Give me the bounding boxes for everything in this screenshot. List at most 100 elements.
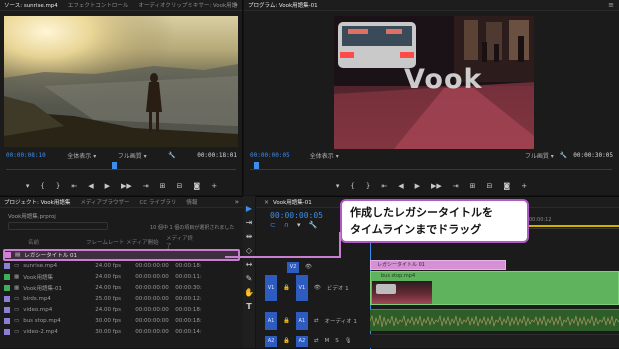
panel-menu-icon[interactable]: » (235, 198, 239, 206)
lock-icon[interactable]: 🔒 (283, 285, 290, 291)
step-forward-icon[interactable]: ▶▶ (431, 182, 442, 190)
tab-source[interactable]: ソース: sunrise.mp4 (4, 1, 58, 9)
wrench-icon[interactable]: 🔧 (168, 152, 175, 159)
video-clip-label: bus stop.mp4 (381, 273, 416, 279)
step-back-icon[interactable]: ◀ (88, 182, 93, 190)
v1-target[interactable]: V1 (295, 275, 308, 301)
source-timecode[interactable]: 00:00:08:10 (6, 152, 46, 159)
audio-clip-a1[interactable] (370, 309, 619, 331)
eye-icon[interactable]: 👁 (305, 264, 312, 270)
camera-icon[interactable]: ◙ (193, 182, 200, 190)
list-item[interactable]: ▭ birds.mp4 25.00 fps 00:00:00:00 00:00:… (4, 294, 239, 304)
solo-icon[interactable]: S (335, 338, 339, 344)
snap-icon[interactable]: ⊂ (270, 221, 276, 229)
type-tool-icon[interactable]: T (246, 302, 251, 311)
tab-sequence[interactable]: Vook用語集-01 (273, 198, 312, 206)
list-item[interactable]: ▭ sunrise.mp4 24.00 fps 00:00:00:00 00:0… (4, 261, 239, 271)
program-quality-select[interactable]: フル画質 ▾ (525, 151, 554, 160)
play-icon[interactable]: ▶ (415, 182, 420, 190)
sync-lock-icon[interactable]: ⇄ (314, 338, 319, 344)
a1-target[interactable]: A1 (295, 312, 308, 330)
razor-tool-icon[interactable]: ◇ (246, 246, 252, 255)
play-icon[interactable]: ▶ (105, 182, 110, 190)
selection-tool-icon[interactable]: ▶ (246, 204, 252, 213)
tab-media-browser[interactable]: メディアブラウザー (80, 198, 129, 206)
mark-out-icon[interactable]: } (366, 182, 370, 190)
item-fps: 30.00 fps (95, 318, 121, 324)
go-to-in-icon[interactable]: ⇤ (381, 182, 387, 190)
settings-icon[interactable]: 🔧 (309, 221, 318, 229)
a2-target[interactable]: A2 (295, 335, 308, 347)
go-to-out-icon[interactable]: ⇥ (143, 182, 149, 190)
extract-icon[interactable]: ⊟ (487, 182, 493, 190)
v1-source-patch[interactable]: V1 (265, 275, 277, 301)
project-search-input[interactable] (8, 222, 108, 230)
list-item[interactable]: ▦ Vook用語集-01 24.00 fps 00:00:00:00 00:00… (4, 283, 239, 293)
tab-cc-libraries[interactable]: CC ライブラリ (139, 198, 176, 206)
video-clip[interactable]: bus stop.mp4 (370, 271, 619, 305)
lock-icon[interactable]: 🔒 (283, 318, 290, 324)
list-item[interactable]: ▤ レガシータイトル 01 (3, 249, 240, 261)
tab-project[interactable]: プロジェクト: Vook用語集 (4, 198, 70, 206)
audio-track-a2-area[interactable] (370, 334, 619, 348)
marker-icon[interactable]: ▾ (336, 182, 340, 190)
go-to-in-icon[interactable]: ⇤ (71, 182, 77, 190)
lift-icon[interactable]: ⊞ (470, 182, 476, 190)
step-back-icon[interactable]: ◀ (398, 182, 403, 190)
timeline-timecode[interactable]: 00:00:00:05 (270, 211, 323, 220)
sequence-icon: ▦ (14, 285, 20, 291)
column-media-end[interactable]: メディア終了 (166, 234, 196, 250)
list-item[interactable]: ▦ Vook用語集 24.00 fps 00:00:00:00 00:00:11… (4, 272, 239, 282)
column-name[interactable]: 名前 (14, 238, 86, 246)
step-forward-icon[interactable]: ▶▶ (121, 182, 132, 190)
program-scrubber[interactable] (250, 162, 612, 170)
hand-tool-icon[interactable]: ✋ (244, 288, 254, 297)
list-item[interactable]: ▭ video.mp4 24.00 fps 00:00:00:00 00:00:… (4, 305, 239, 315)
camera-icon[interactable]: ◙ (503, 182, 510, 190)
microphone-icon[interactable]: 🎙 (345, 338, 352, 344)
mark-in-icon[interactable]: { (40, 182, 44, 190)
list-item[interactable]: ▭ bus stop.mp4 30.00 fps 00:00:00:00 00:… (4, 316, 239, 326)
mute-icon[interactable]: M (324, 338, 329, 344)
marker-icon[interactable]: ▾ (26, 182, 30, 190)
ripple-edit-icon[interactable]: ⇹ (246, 232, 253, 241)
sync-lock-icon[interactable]: ⇄ (314, 318, 319, 324)
item-name: video-2.mp4 (23, 329, 58, 335)
go-to-out-icon[interactable]: ⇥ (453, 182, 459, 190)
tab-program[interactable]: プログラム: Vook用語集-01 (248, 1, 318, 9)
column-media-start[interactable]: メディア開始 (126, 238, 166, 246)
tab-audio-clip-mixer[interactable]: オーディオクリップミキサー: Vook用語 (138, 1, 237, 9)
column-framerate[interactable]: フレームレート (86, 238, 126, 246)
tab-effect-controls[interactable]: エフェクトコントロール (68, 1, 129, 9)
source-playhead[interactable] (112, 162, 117, 169)
add-marker-icon[interactable]: ▾ (297, 221, 301, 229)
a1-source-patch[interactable]: A1 (265, 312, 277, 330)
mark-out-icon[interactable]: } (56, 182, 60, 190)
overwrite-icon[interactable]: ⊟ (177, 182, 183, 190)
v2-target[interactable]: V2 (287, 261, 299, 273)
program-playhead[interactable] (254, 162, 259, 169)
title-clip[interactable]: レガシータイトル 01 (370, 260, 506, 270)
program-timecode[interactable]: 00:00:00:05 (250, 152, 290, 159)
lock-icon[interactable]: 🔒 (283, 338, 290, 344)
source-scrubber[interactable] (6, 162, 236, 170)
add-button-icon[interactable]: + (521, 182, 527, 190)
tab-info[interactable]: 情報 (186, 198, 197, 206)
list-item[interactable]: ▭ video-2.mp4 30.00 fps 00:00:00:00 00:0… (4, 327, 239, 337)
linked-selection-icon[interactable]: ∩ (284, 221, 289, 229)
close-icon[interactable]: × (264, 199, 269, 206)
pen-tool-icon[interactable]: ✎ (246, 274, 253, 283)
mark-in-icon[interactable]: { (350, 182, 354, 190)
add-button-icon[interactable]: + (211, 182, 217, 190)
a2-source-patch[interactable]: A2 (265, 335, 277, 347)
eye-icon[interactable]: 👁 (314, 285, 321, 291)
slip-tool-icon[interactable]: ↔ (246, 260, 253, 269)
source-quality-select[interactable]: フル画質 ▾ (118, 151, 147, 160)
wrench-icon[interactable]: 🔧 (560, 152, 567, 159)
program-fit-select[interactable]: 全体表示 ▾ (310, 151, 339, 160)
track-select-icon[interactable]: ⇥ (246, 218, 253, 227)
panel-menu-icon[interactable]: » (234, 1, 238, 9)
panel-menu-icon[interactable]: ≡ (608, 1, 614, 9)
source-fit-select[interactable]: 全体表示 ▾ (67, 151, 96, 160)
insert-icon[interactable]: ⊞ (160, 182, 166, 190)
